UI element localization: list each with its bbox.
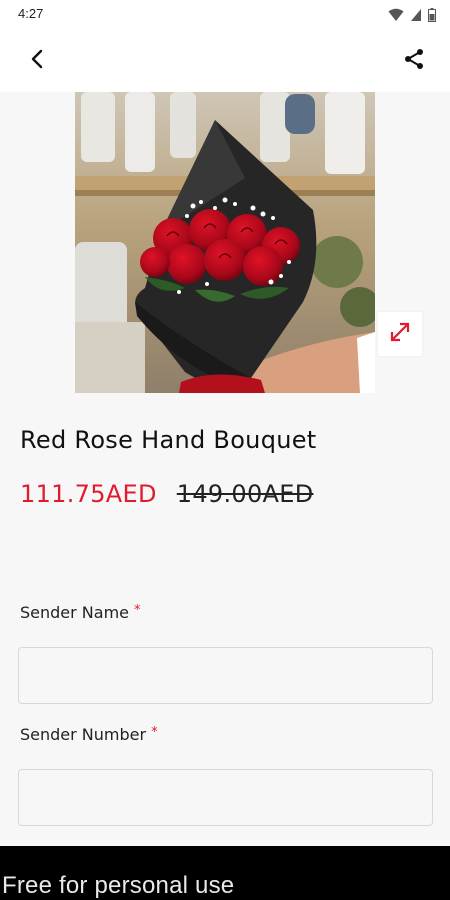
required-marker: * bbox=[151, 725, 158, 740]
wifi-icon bbox=[388, 7, 404, 26]
sender-name-input[interactable] bbox=[18, 647, 433, 704]
sale-price: 111.75AED bbox=[20, 480, 157, 508]
product-title: Red Rose Hand Bouquet bbox=[20, 426, 317, 454]
sender-number-input[interactable] bbox=[18, 769, 433, 826]
sender-number-label: Sender Number * bbox=[20, 725, 158, 744]
status-icons bbox=[388, 7, 436, 26]
battery-icon bbox=[428, 7, 436, 26]
sender-name-label: Sender Name * bbox=[20, 603, 141, 622]
share-icon bbox=[402, 47, 426, 75]
back-arrow-icon bbox=[30, 49, 44, 73]
status-bar: 4:27 bbox=[0, 0, 450, 30]
status-time: 4:27 bbox=[18, 6, 44, 21]
expand-icon bbox=[388, 320, 412, 348]
product-image[interactable] bbox=[75, 92, 375, 393]
original-price: 149.00AED bbox=[176, 480, 314, 508]
signal-icon bbox=[410, 7, 422, 26]
share-button[interactable] bbox=[398, 45, 430, 77]
back-button[interactable] bbox=[22, 46, 52, 76]
expand-image-button[interactable] bbox=[378, 312, 422, 356]
app-bar bbox=[0, 30, 450, 92]
sender-name-label-text: Sender Name bbox=[20, 603, 130, 622]
sender-number-label-text: Sender Number bbox=[20, 725, 147, 744]
price-row: 111.75AED 149.00AED bbox=[20, 480, 314, 508]
required-marker: * bbox=[134, 603, 141, 618]
watermark-bar: Free for personal use bbox=[0, 846, 450, 900]
watermark-text: Free for personal use bbox=[2, 872, 235, 899]
